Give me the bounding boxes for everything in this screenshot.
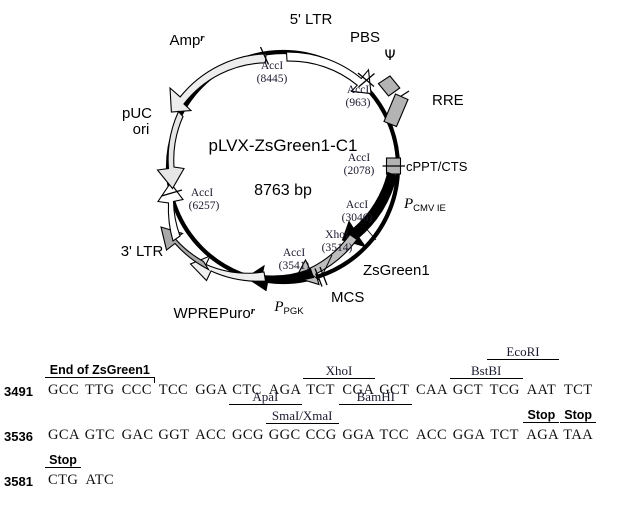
feature-amp [169,53,267,113]
sequence-annotation: BstBI [449,363,523,379]
codon: TCT [306,382,335,398]
codon: GGC [268,427,301,443]
feature-label-pcmv: PCMV IE [403,196,446,214]
sequence-annotation: Stop [560,408,597,424]
sequence-annotation-label: XhoI [325,363,353,378]
codon: CCG [305,427,337,443]
feature-cppt [382,157,405,175]
sequence-row-number: 3581 [4,474,33,489]
sequence-annotation-bar [45,377,155,384]
codon: TAA [563,427,594,443]
codon: TCT [563,382,593,398]
sequence-annotation: EcoRI [486,344,560,360]
site-label-accI-3541-pos: (3541) [279,260,310,272]
sequence-annotation-label: SmaI/XmaI [271,408,333,423]
feature-label-ppgk: PPGK [273,299,304,317]
sequence-annotation-label: BamHI [356,389,395,404]
codon: GCG [232,427,264,443]
plasmid-name: pLVX-ZsGreen1-C1 [209,136,358,155]
codon: CTG [48,472,79,488]
feature-label-cppt: cPPT/CTS [406,159,468,174]
feature-label-puro: Puror [219,305,256,322]
codon: TTG [85,382,115,398]
sequence-row-number: 3491 [4,384,33,399]
sequence-annotation-bar [560,422,597,424]
sequence-annotation-label: EcoRI [506,344,540,359]
sequence-annotation: ApaI [229,390,302,405]
codon: ATC [85,472,115,488]
sequence-annotation-label: Stop [49,453,77,467]
site-label-accI-8445-enzyme: AccI [261,60,284,72]
codon: AGA [526,427,560,443]
sequence-annotation: End of ZsGreen1 [45,363,155,384]
codon: ACC [195,427,227,443]
feature-label-pbs: PBS [350,29,380,46]
codon: GGT [158,427,190,443]
site-leader-accI-3046 [363,225,377,241]
codon: ACC [416,427,448,443]
codon: GGA [452,427,486,443]
sequence-annotation: Stop [523,408,560,424]
sequence-annotation-label: ApaI [252,389,279,404]
feature-label-zsgreen: ZsGreen1 [363,262,430,279]
sequence-annotation-label: Stop [564,408,593,422]
feature-label-five-ltr: 5' LTR [290,11,333,28]
sequence-annotation: SmaI/XmaI [265,408,339,424]
plasmid-size: 8763 bp [254,182,312,199]
feature-label-three-ltr: 3' LTR [121,243,164,260]
codon: TCC [158,382,189,398]
feature-label-puc-line1: pUC [122,105,152,122]
site-label-accI-6257-enzyme: AccI [191,187,214,199]
feature-label-wpre: WPRE [174,305,219,322]
site-label-accI-3046-pos: (3046) [342,212,373,224]
codon: TCC [379,427,409,443]
site-label-xhoI-3514-enzyme: XhoI [325,229,349,241]
sequence-annotation-label: End of ZsGreen1 [49,363,150,377]
feature-label-psi: Ψ [384,48,395,64]
sequence-annotation: XhoI [302,363,376,379]
codon: CCC [121,382,152,398]
sequence-annotation-bar [45,467,81,469]
feature-label-mcs: MCS [331,289,364,306]
feature-label-amp: Ampr [169,32,205,49]
feature-psi [377,75,401,97]
site-label-accI-6257-pos: (6257) [189,200,220,212]
sequence-annotation-bar [523,422,560,424]
site-label-accI-3541-enzyme: AccI [283,247,306,259]
codon: GAC [121,427,154,443]
feature-label-rre: RRE [432,92,464,109]
sequence-row-number: 3536 [4,429,33,444]
codon: AAT [526,382,557,398]
codon: GGA [342,427,376,443]
codon: GCA [48,427,80,443]
codon: GGA [195,382,228,398]
sequence-annotation: Stop [45,453,81,469]
codon: TCT [490,427,519,443]
site-label-accI-963-pos: (963) [346,97,371,109]
plasmid-map-svg: Ampr 5' LTR PBS Ψ RRE cPPT/CTS PCMV IE Z… [121,11,468,322]
codon: GCC [48,382,80,398]
codon: GCT [452,382,483,398]
site-label-accI-2078-pos: (2078) [344,165,375,177]
sequence-annotation: BamHI [339,389,413,405]
codon: GTC [84,427,115,443]
mcs-sequence-block: 3491 GCC TTG CCC TCC GGA CTC AGA TCT CGA GCT CAA GCT… [0,340,638,525]
site-label-accI-963-enzyme: AccI [347,84,370,96]
site-label-xhoI-3514-pos: (3514) [322,242,353,254]
feature-rre [383,93,409,128]
sequence-annotation-label: BstBI [471,363,502,378]
site-label-accI-3046-enzyme: AccI [346,199,369,211]
plasmid-map: Ampr 5' LTR PBS Ψ RRE cPPT/CTS PCMV IE Z… [0,0,638,340]
codon: TCG [489,382,520,398]
sequence-annotation-label: Stop [527,408,556,422]
site-label-accI-8445-pos: (8445) [257,73,288,85]
codon: CAA [416,382,448,398]
feature-puc [156,110,185,190]
feature-label-puc-line2: ori [133,121,150,138]
